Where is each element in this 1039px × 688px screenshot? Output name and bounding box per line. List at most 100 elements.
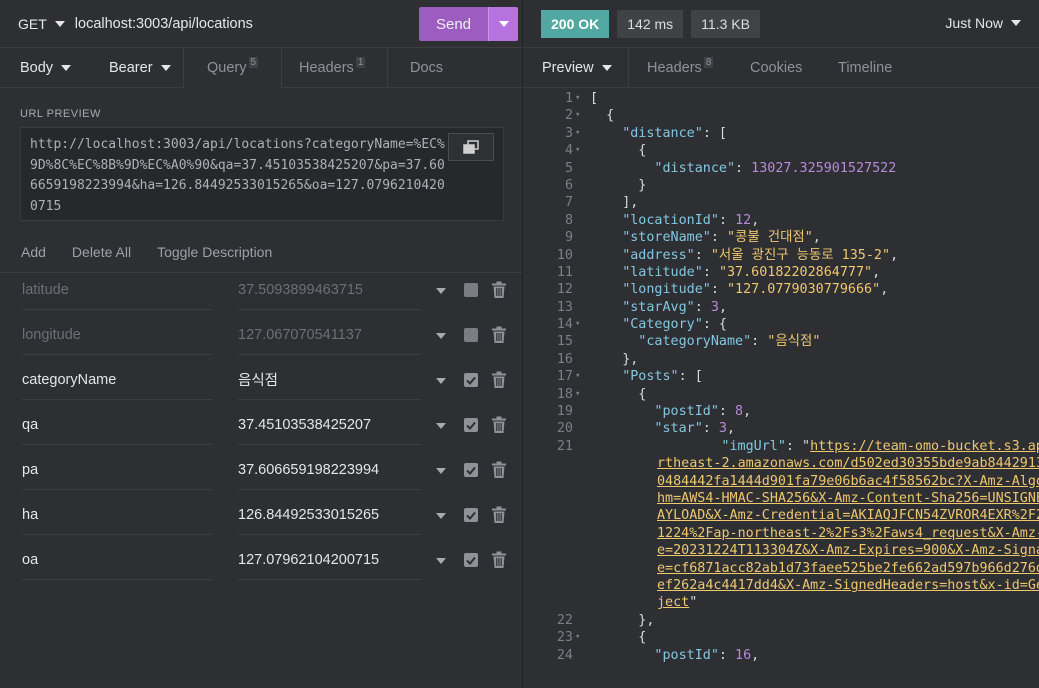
json-code: },	[622, 351, 638, 368]
history-dropdown[interactable]: Just Now	[945, 15, 1021, 31]
json-line: 18 ▾ {	[523, 386, 1039, 403]
url-input[interactable]: localhost:3003/api/locations	[75, 16, 253, 32]
trash-icon[interactable]	[491, 371, 507, 389]
line-number: 6	[564, 177, 573, 193]
fold-arrow-icon[interactable]: ▾	[575, 142, 580, 159]
response-body: 1 ▾[2 ▾{3 ▾ "distance": [4 ▾{5 "distance": 130…	[523, 90, 1039, 688]
param-value-input[interactable]: 음식점	[238, 360, 421, 400]
param-value-input[interactable]: 37.45103538425207	[238, 405, 421, 445]
json-line: 19 "postId": 8,	[523, 403, 1039, 420]
trash-icon[interactable]	[491, 326, 507, 344]
chevron-down-icon[interactable]	[436, 378, 446, 384]
check-icon	[466, 421, 476, 430]
fold-arrow-icon[interactable]: ▾	[575, 90, 580, 107]
json-punct: : [	[678, 369, 703, 385]
param-enabled-checkbox[interactable]	[464, 418, 478, 432]
tab-timeline[interactable]: Timeline	[820, 48, 920, 88]
param-enabled-checkbox[interactable]	[464, 553, 478, 567]
tab-label: Docs	[410, 60, 444, 76]
tab-docs[interactable]: Docs	[388, 48, 478, 88]
tab-count-badge: 8	[703, 56, 714, 68]
chevron-down-icon[interactable]	[436, 423, 446, 429]
json-punct: ,	[718, 299, 727, 315]
json-line: 5 "distance": 13027.325901527522	[523, 160, 1039, 177]
fold-arrow-icon[interactable]: ▾	[575, 386, 580, 403]
toggle-description-button[interactable]: Toggle Description	[157, 244, 272, 260]
tab-body[interactable]: Body	[0, 48, 92, 88]
json-punct: ,	[872, 264, 881, 280]
line-number: 19	[556, 404, 573, 420]
fold-arrow-icon[interactable]: ▾	[575, 629, 580, 646]
send-button[interactable]: Send	[419, 7, 488, 41]
param-row: pa 37.606659198223994	[0, 450, 522, 495]
fold-arrow-icon[interactable]: ▾	[575, 368, 580, 385]
fold-arrow-icon[interactable]: ▾	[575, 125, 580, 142]
param-enabled-checkbox[interactable]	[464, 508, 478, 522]
trash-icon[interactable]	[491, 551, 507, 569]
param-value-input[interactable]: 127.07962104200715	[238, 540, 421, 580]
param-enabled-checkbox[interactable]	[464, 283, 478, 297]
json-punct: :	[694, 299, 711, 315]
chevron-down-icon[interactable]	[436, 468, 446, 474]
line-number: 7	[564, 195, 573, 211]
json-string: "음식점"	[767, 334, 821, 350]
json-punct: ,	[880, 282, 889, 298]
trash-icon[interactable]	[491, 461, 507, 479]
url-preview: http://localhost:3003/api/locations?cate…	[20, 127, 504, 221]
json-line: 11 "latitude": "37.60182202864777",	[523, 264, 1039, 281]
param-value-input[interactable]: 127.067070541137	[238, 315, 421, 355]
param-name-input[interactable]: longitude	[22, 315, 212, 355]
json-punct: }	[638, 177, 647, 193]
chevron-down-icon	[54, 20, 65, 27]
trash-icon[interactable]	[491, 416, 507, 434]
param-name-input[interactable]: latitude	[22, 270, 212, 310]
copy-url-button[interactable]	[448, 133, 494, 161]
chevron-down-icon[interactable]	[436, 288, 446, 294]
trash-icon[interactable]	[491, 506, 507, 524]
tab-label: Headers	[299, 60, 354, 76]
json-punct: },	[622, 351, 639, 367]
chevron-down-icon[interactable]	[436, 513, 446, 519]
delete-all-button[interactable]: Delete All	[72, 244, 131, 260]
chevron-down-icon[interactable]	[436, 333, 446, 339]
check-icon	[466, 466, 476, 475]
param-enabled-checkbox[interactable]	[464, 328, 478, 342]
fold-arrow-icon[interactable]: ▾	[575, 316, 580, 333]
param-name-input[interactable]: pa	[22, 450, 212, 490]
add-param-button[interactable]: Add	[21, 244, 46, 260]
param-name-input[interactable]: ha	[22, 495, 212, 535]
json-line: 2 ▾ {	[523, 107, 1039, 124]
tab-auth[interactable]: Bearer	[92, 48, 183, 88]
json-line: 8 "locationId": 12,	[523, 212, 1039, 229]
tab-preview[interactable]: Preview	[523, 48, 629, 88]
param-value-input[interactable]: 126.84492533015265	[238, 495, 421, 535]
json-punct: : [	[702, 125, 727, 141]
send-options-button[interactable]	[488, 7, 518, 41]
param-row: oa 127.07962104200715	[0, 540, 522, 585]
json-key: "postId"	[654, 404, 719, 420]
tab-cookies[interactable]: Cookies	[732, 48, 820, 88]
param-value-input[interactable]: 37.606659198223994	[238, 450, 421, 490]
json-link[interactable]: https://team-omo-bucket.s3.ap-northeast-…	[657, 439, 1039, 611]
param-enabled-checkbox[interactable]	[464, 373, 478, 387]
json-key: "postId"	[654, 647, 719, 663]
param-value-input[interactable]: 37.5093899463715	[238, 270, 421, 310]
method-select[interactable]: GET	[18, 16, 65, 32]
json-code: "postId": 8,	[654, 403, 751, 420]
json-punct: ,	[751, 647, 760, 663]
json-string: "콩불 건대점"	[727, 230, 813, 246]
json-code: "categoryName": "음식점"	[638, 333, 820, 350]
tab-headers[interactable]: Headers 1	[282, 48, 388, 88]
json-punct: ,	[812, 230, 821, 246]
param-name-input[interactable]: oa	[22, 540, 212, 580]
tab-response-headers[interactable]: Headers 8	[629, 48, 732, 88]
tab-query[interactable]: Query 5	[183, 48, 282, 88]
fold-arrow-icon[interactable]: ▾	[575, 107, 580, 124]
param-name-input[interactable]: qa	[22, 405, 212, 445]
param-name-input[interactable]: categoryName	[22, 360, 212, 400]
response-time: 142 ms	[617, 9, 684, 38]
chevron-down-icon[interactable]	[436, 558, 446, 564]
json-code: "address": "서울 광진구 능동로 135-2",	[622, 247, 898, 264]
param-enabled-checkbox[interactable]	[464, 463, 478, 477]
trash-icon[interactable]	[491, 281, 507, 299]
